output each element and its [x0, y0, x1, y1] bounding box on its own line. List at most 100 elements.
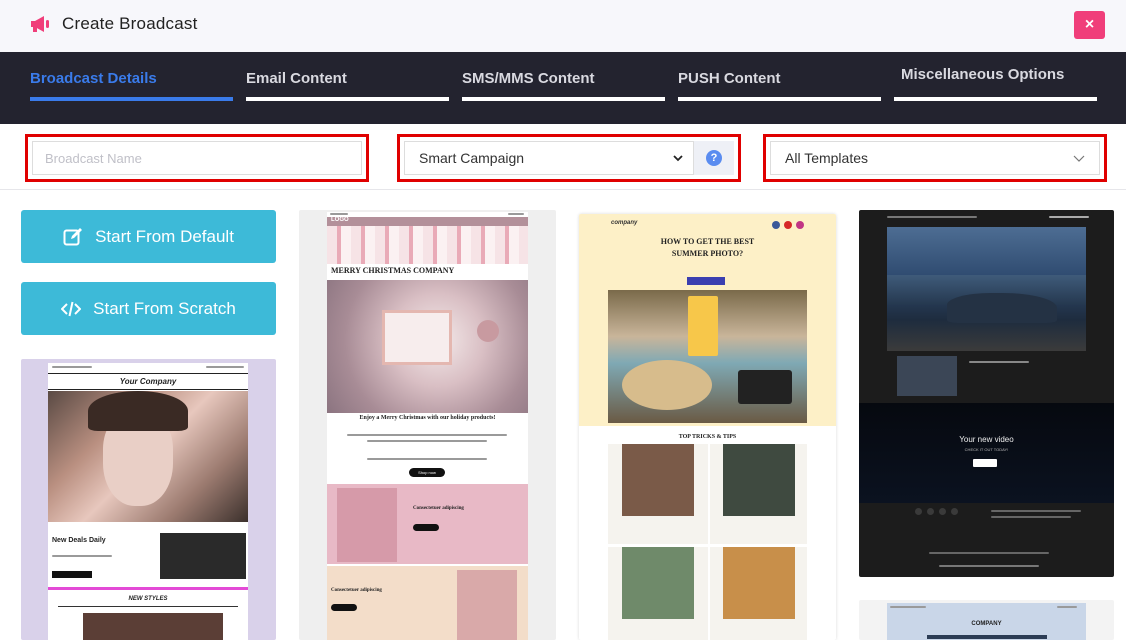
ornament-ball [477, 320, 499, 342]
template-headline: New Deals Daily [52, 537, 106, 544]
preview-text [1049, 216, 1089, 218]
header-strip: LOGO [327, 217, 528, 226]
preview-text [939, 565, 1039, 567]
code-icon [61, 301, 82, 316]
divider [48, 587, 248, 590]
ornaments-image [327, 226, 528, 264]
preview-text [929, 552, 1049, 554]
gift-image [327, 280, 528, 413]
tab-underline [246, 97, 449, 101]
video-title: Your new video [959, 435, 1014, 444]
template-title: MERRY CHRISTMAS COMPANY [331, 266, 455, 275]
tab-miscellaneous-options[interactable]: Miscellaneous Options [894, 52, 1097, 124]
promo-title: Consectetuer adipiscing [331, 588, 382, 593]
title-wrap: Create Broadcast [28, 12, 198, 36]
question-circle-icon: ? [706, 150, 722, 166]
template-headline: HOW TO GET THE BEST SUMMER PHOTO? [660, 237, 755, 258]
template-preview: LOGO MERRY CHRISTMAS COMPANY Enjoy a Mer… [327, 212, 528, 640]
tip-card [608, 547, 708, 640]
promo-block: Consectetuer adipiscing [327, 484, 528, 564]
summer-photo-image [608, 290, 807, 423]
start-default-label: Start From Default [95, 226, 234, 246]
tip-card [710, 444, 807, 544]
facebook-icon [772, 221, 780, 229]
preview-text [927, 635, 1047, 639]
preview-text [890, 606, 926, 608]
tip-card [710, 547, 807, 640]
preview-text [887, 216, 977, 218]
template-filter-highlight: All Templates [763, 134, 1107, 182]
template-preview: Your Company New Deals Daily NEW STYLES [48, 363, 248, 640]
preview-text [206, 366, 244, 368]
broadcast-name-input[interactable] [32, 141, 362, 175]
template-card-your-company[interactable]: Your Company New Deals Daily NEW STYLES [21, 359, 276, 640]
tab-label: SMS/MMS Content [462, 70, 595, 87]
social-icon [927, 508, 934, 515]
filter-bar: Smart Campaign ? All Templates [0, 124, 1126, 190]
social-icon [951, 508, 958, 515]
portrait-image [48, 391, 248, 522]
tab-push-content[interactable]: PUSH Content [678, 52, 881, 124]
campaign-type-highlight: Smart Campaign ? [397, 134, 741, 182]
template-section: TOP TRICKS & TIPS [678, 434, 737, 440]
chevron-down-icon [673, 151, 683, 165]
tab-email-content[interactable]: Email Content [246, 52, 449, 124]
tip-image [622, 444, 694, 516]
preview-text [991, 516, 1071, 518]
preview-button [687, 277, 725, 285]
tab-label: Broadcast Details [30, 70, 157, 87]
hero-block: company HOW TO GET THE BEST SUMMER PHOTO… [579, 214, 836, 426]
preview-text [52, 366, 92, 368]
template-card-christmas[interactable]: LOGO MERRY CHRISTMAS COMPANY Enjoy a Mer… [299, 210, 556, 640]
start-from-scratch-button[interactable]: Start From Scratch [21, 282, 276, 335]
preview-text [508, 213, 524, 215]
promo-block: Consectetuer adipiscing [327, 566, 528, 640]
preview-button [413, 524, 439, 531]
preview-text [347, 434, 507, 436]
tab-underline [462, 97, 665, 101]
preview-text [969, 361, 1029, 363]
chevron-down-icon [1073, 151, 1085, 165]
tab-broadcast-details[interactable]: Broadcast Details [30, 52, 233, 124]
megaphone-icon [28, 12, 52, 36]
template-gallery: Start From Default Start From Scratch Yo… [0, 191, 1126, 640]
help-button[interactable]: ? [694, 141, 734, 175]
template-card-company[interactable]: COMPANY [859, 600, 1114, 640]
social-icon [915, 508, 922, 515]
template-card-video[interactable]: Your new video CHECK IT OUT TODAY! [859, 210, 1114, 577]
template-card-summer-photo[interactable]: company HOW TO GET THE BEST SUMMER PHOTO… [579, 214, 836, 640]
promo-image [337, 488, 397, 562]
gift-box [382, 310, 452, 365]
template-section: NEW STYLES [128, 596, 168, 602]
template-brand: company [611, 220, 638, 226]
video-subtitle: CHECK IT OUT TODAY! [964, 447, 1009, 452]
tab-bar: Broadcast Details Email Content SMS/MMS … [0, 52, 1126, 124]
juice-glass [688, 296, 718, 356]
template-filter-value: All Templates [785, 150, 869, 166]
template-subtitle: Enjoy a Merry Christmas with our holiday… [359, 415, 496, 421]
tip-card [608, 444, 708, 544]
close-button[interactable]: × [1074, 11, 1105, 39]
tab-underline [30, 97, 233, 101]
preview-text [330, 213, 348, 215]
preview-button [52, 571, 92, 578]
tip-image [723, 547, 795, 619]
tip-image [622, 547, 694, 619]
instagram-icon [796, 221, 804, 229]
start-from-default-button[interactable]: Start From Default [21, 210, 276, 263]
tab-underline [678, 97, 881, 101]
campaign-type-select[interactable]: Smart Campaign [404, 141, 694, 175]
template-logo: LOGO [331, 217, 349, 223]
tab-label: Email Content [246, 70, 347, 87]
brushes-image [160, 533, 246, 579]
modal-header: Create Broadcast × [0, 0, 1126, 52]
campaign-type-value: Smart Campaign [419, 150, 525, 166]
template-preview: COMPANY [887, 603, 1086, 640]
preview-text [991, 510, 1081, 512]
tab-sms-mms-content[interactable]: SMS/MMS Content [462, 52, 665, 124]
social-icon [939, 508, 946, 515]
template-filter-select[interactable]: All Templates [770, 141, 1100, 175]
tab-label: PUSH Content [678, 70, 781, 87]
preview-text [367, 440, 487, 442]
broadcast-name-highlight [25, 134, 369, 182]
